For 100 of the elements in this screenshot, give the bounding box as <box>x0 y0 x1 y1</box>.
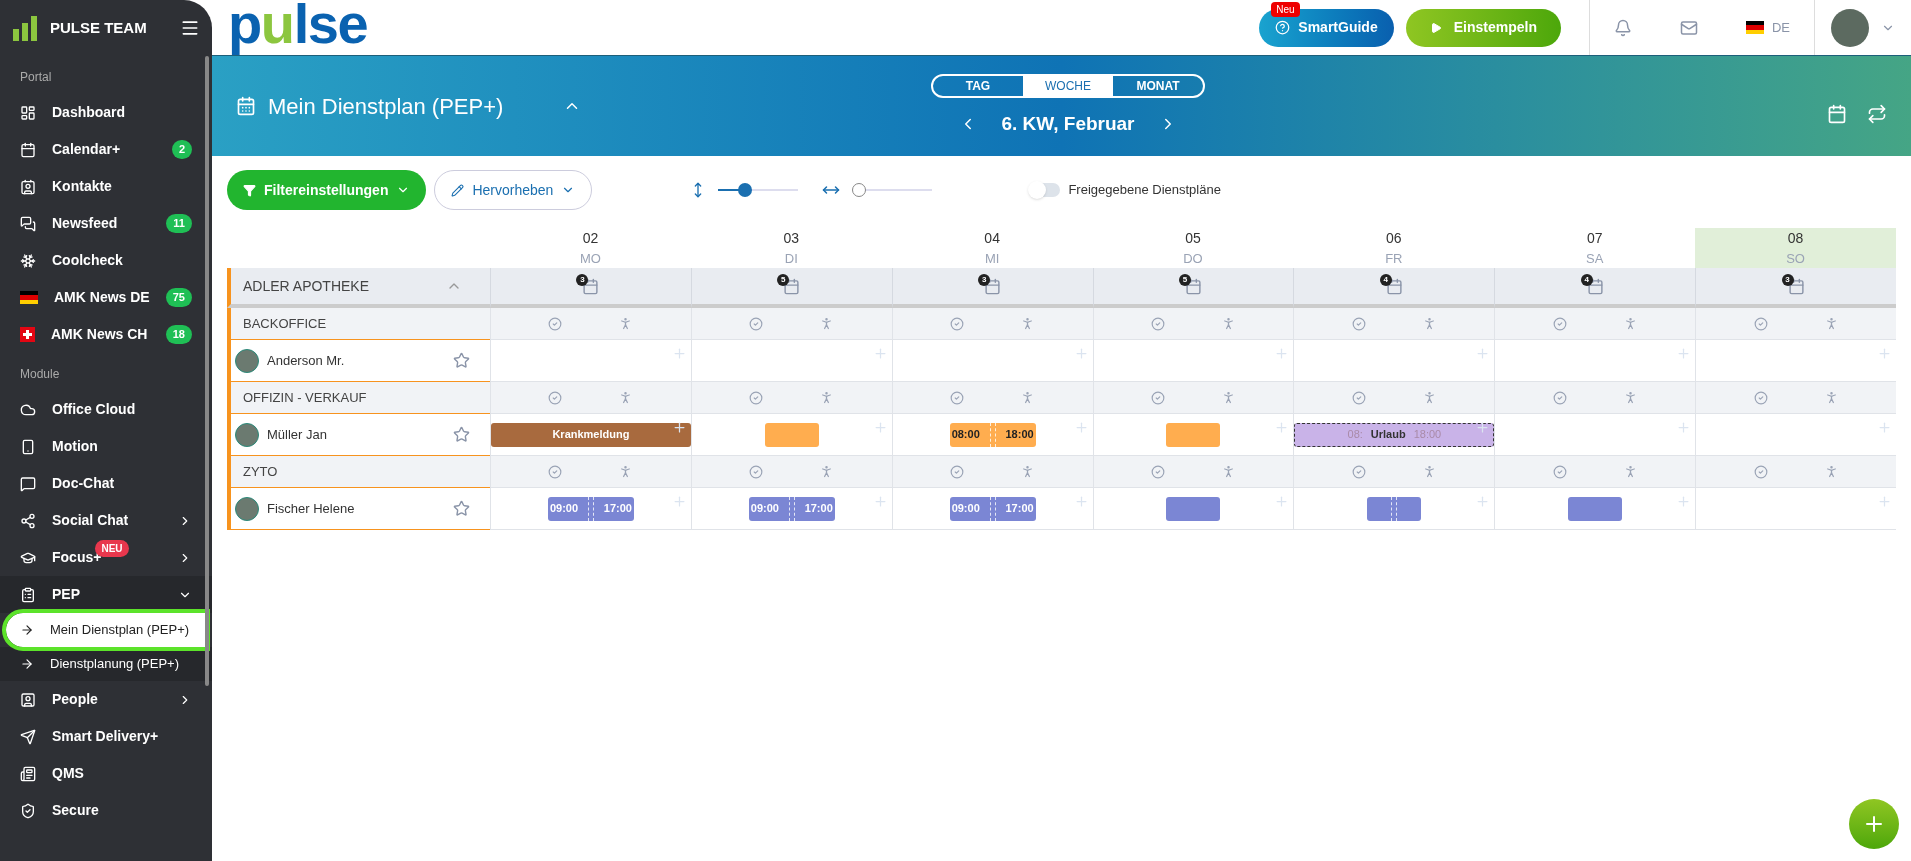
sidebar-item[interactable]: Dashboard <box>0 94 212 131</box>
check-circle-icon[interactable] <box>548 390 563 405</box>
check-circle-icon[interactable] <box>950 390 965 405</box>
shift-bar[interactable]: 08:00 18:00 <box>949 422 1036 447</box>
calendar-icon[interactable] <box>582 277 600 295</box>
shift-bar[interactable] <box>1166 496 1221 521</box>
sidebar-item[interactable]: AMK News DE 75 <box>0 279 212 316</box>
favorite-star-icon[interactable] <box>453 426 470 443</box>
menu-item-icon <box>20 141 36 158</box>
person-icon[interactable] <box>1221 316 1236 331</box>
schedule-cell[interactable]: 08:00 18:00 <box>891 414 1093 456</box>
check-circle-icon[interactable] <box>749 390 764 405</box>
menu-item-icon <box>20 475 36 492</box>
add-shift-icon[interactable] <box>671 420 687 435</box>
menu-item-icon <box>20 104 36 121</box>
menu-icon[interactable] <box>180 18 200 38</box>
day-header: 07 SA <box>1585 228 1605 268</box>
sidebar-item[interactable]: AMK News CH 18 <box>0 316 212 353</box>
menu-item-icon <box>20 802 36 819</box>
calendar-icon[interactable] <box>1385 277 1403 295</box>
shift-bar[interactable] <box>1568 496 1623 521</box>
location-name: ADLER APOTHEKE <box>243 276 371 296</box>
shared-toggle[interactable] <box>1030 183 1061 197</box>
menu-item-icon <box>20 586 36 603</box>
sidebar-item[interactable]: Social Chat <box>0 502 212 539</box>
mail-icon[interactable] <box>1679 18 1698 37</box>
sidebar-item[interactable]: Coolcheck <box>0 242 212 279</box>
check-circle-icon[interactable] <box>1753 316 1768 331</box>
check-circle-icon[interactable] <box>950 464 965 479</box>
sidebar-item[interactable]: Office Cloud <box>0 391 212 428</box>
favorite-star-icon[interactable] <box>453 352 470 369</box>
add-shift-icon[interactable] <box>1475 420 1491 435</box>
sidebar-item[interactable]: People <box>0 681 212 718</box>
check-circle-icon[interactable] <box>1753 464 1768 479</box>
check-circle-icon[interactable] <box>1753 390 1768 405</box>
check-circle-icon[interactable] <box>1552 390 1567 405</box>
check-circle-icon[interactable] <box>548 464 563 479</box>
check-circle-icon[interactable] <box>950 316 965 331</box>
sidebar-item[interactable]: Motion <box>0 428 212 465</box>
sidebar-item[interactable]: Smart Delivery+ <box>0 718 212 755</box>
view-tab[interactable]: TAG <box>933 75 1023 96</box>
user-avatar[interactable] <box>1831 8 1869 47</box>
sick-leave-bar[interactable]: Krankmeldung <box>491 422 691 447</box>
check-circle-icon[interactable] <box>1351 390 1366 405</box>
calendar-icon[interactable] <box>984 277 1002 295</box>
check-circle-icon[interactable] <box>1351 316 1366 331</box>
sidebar-item[interactable]: Newsfeed 11 <box>0 205 212 242</box>
count-badge: 3 <box>1781 273 1794 286</box>
sidebar-item[interactable]: Calendar+ 2 <box>0 131 212 168</box>
schedule-cell[interactable] <box>1092 488 1294 530</box>
page-title: Mein Dienstplan (PEP+) <box>268 92 504 121</box>
schedule-cell[interactable]: Krankmeldung <box>490 414 691 456</box>
view-tab[interactable]: MONAT <box>1113 75 1203 96</box>
shift-bar[interactable] <box>1367 496 1422 521</box>
menu-item-icon <box>20 438 36 455</box>
favorite-star-icon[interactable] <box>453 500 470 517</box>
slider-thumb[interactable] <box>738 183 753 197</box>
menu-item-icon <box>20 765 36 782</box>
slider-thumb[interactable] <box>852 183 867 197</box>
shift-bar[interactable] <box>1166 422 1221 447</box>
vacation-bar[interactable]: 08: Urlaub 18:00 <box>1294 422 1495 447</box>
row-height-slider[interactable] <box>718 183 799 197</box>
person-icon[interactable] <box>1221 464 1236 479</box>
shift-bar[interactable] <box>764 422 819 447</box>
check-circle-icon[interactable] <box>1151 390 1165 405</box>
check-circle-icon[interactable] <box>1552 316 1567 331</box>
check-circle-icon[interactable] <box>1552 464 1567 479</box>
schedule-cell[interactable] <box>1293 488 1495 530</box>
view-tab[interactable]: WOCHE <box>1023 75 1113 96</box>
break-divider <box>989 496 996 521</box>
schedule-cell[interactable] <box>1695 488 1896 530</box>
notification-bell-icon[interactable] <box>1613 18 1632 37</box>
schedule-cell[interactable]: 08: Urlaub 18:00 <box>1293 414 1495 456</box>
calendar-icon[interactable] <box>1586 277 1604 295</box>
check-circle-icon[interactable] <box>1151 316 1165 331</box>
sidebar-item[interactable]: QMS <box>0 755 212 792</box>
menu-item-icon <box>20 691 36 708</box>
calendar-icon <box>236 96 256 116</box>
day-header: 03 DI <box>782 228 801 268</box>
check-circle-icon[interactable] <box>1351 464 1366 479</box>
sidebar-item[interactable]: Secure <box>0 792 212 829</box>
person-icon[interactable] <box>1221 390 1236 405</box>
calendar-icon[interactable] <box>783 277 801 295</box>
calendar-icon[interactable] <box>1185 277 1202 295</box>
new-tag: Neu <box>1271 1 1300 17</box>
check-circle-icon[interactable] <box>749 316 764 331</box>
scrollbar[interactable] <box>205 56 209 686</box>
sidebar-item[interactable]: Kontakte <box>0 168 212 205</box>
sidebar-item[interactable]: Doc-Chat <box>0 465 212 502</box>
check-circle-icon[interactable] <box>1151 464 1165 479</box>
column-width-slider[interactable] <box>852 183 933 197</box>
count-badge: 5 <box>777 273 790 286</box>
add-button[interactable] <box>1849 799 1899 849</box>
swap-icon[interactable] <box>1867 104 1887 124</box>
break-divider <box>587 496 594 521</box>
check-circle-icon[interactable] <box>749 464 764 479</box>
calendar-icon[interactable] <box>1787 277 1805 295</box>
group-name: OFFIZIN - VERKAUF <box>243 388 367 407</box>
schedule-cell[interactable] <box>1494 488 1696 530</box>
check-circle-icon[interactable] <box>548 316 563 331</box>
